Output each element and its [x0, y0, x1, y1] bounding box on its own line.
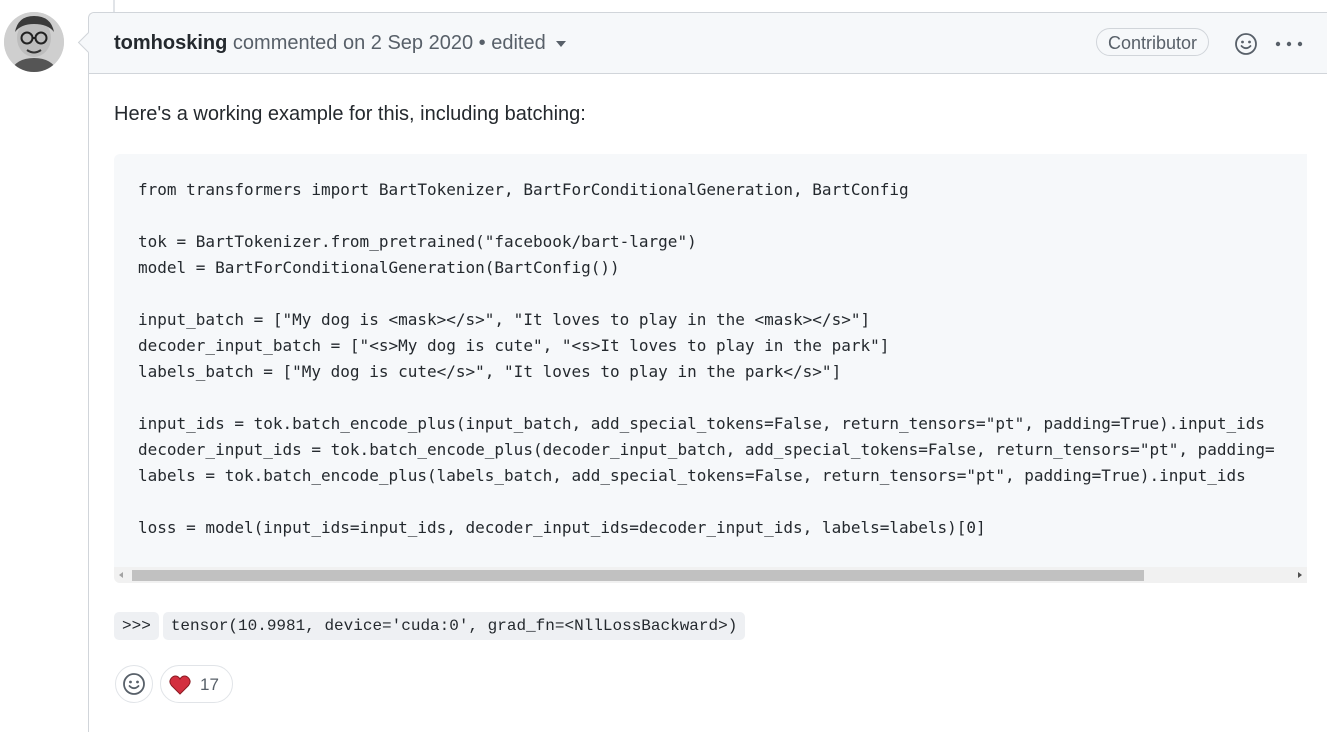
comment-date-link[interactable]: 2 Sep 2020	[371, 32, 473, 54]
edited-label: edited	[491, 32, 546, 54]
heart-reaction-button[interactable]: 17	[160, 665, 233, 703]
comment-body-text: Here's a working example for this, inclu…	[114, 103, 586, 125]
author-link[interactable]: tomhosking	[114, 32, 227, 54]
code-line: decoder_input_ids = tok.batch_encode_plu…	[138, 440, 1275, 459]
edited-dropdown[interactable]: edited	[491, 32, 566, 54]
comment: tomhosking commented on 2 Sep 2020 • edi…	[88, 12, 1327, 732]
timeline-line	[113, 0, 115, 12]
code-block: from transformers import BartTokenizer, …	[114, 154, 1307, 583]
smiley-icon[interactable]	[1234, 32, 1258, 56]
code-line: input_ids = tok.batch_encode_plus(input_…	[138, 414, 1266, 433]
contributor-badge: Contributor	[1096, 28, 1210, 56]
avatar[interactable]	[4, 12, 64, 72]
code-line: decoder_input_batch = ["<s>My dog is cut…	[138, 336, 890, 355]
code-line: labels_batch = ["My dog is cute</s>", "I…	[138, 362, 842, 381]
code-content[interactable]: from transformers import BartTokenizer, …	[138, 177, 1275, 541]
kebab-horizontal-icon[interactable]	[1274, 32, 1304, 56]
scroll-left-arrow-icon[interactable]	[119, 572, 123, 578]
comment-meta: tomhosking commented on 2 Sep 2020 • edi…	[114, 32, 566, 55]
output-prompt: >>>	[114, 612, 159, 640]
output-line: >>> tensor(10.9981, device='cuda:0', grad…	[114, 612, 746, 640]
scrollbar-thumb[interactable]	[132, 570, 1144, 581]
meta-separator: •	[478, 32, 486, 54]
code-line: labels = tok.batch_encode_plus(labels_ba…	[138, 466, 1246, 485]
comment-header: tomhosking commented on 2 Sep 2020 • edi…	[89, 13, 1327, 74]
smiley-icon	[123, 673, 145, 695]
code-line: loss = model(input_ids=input_ids, decode…	[138, 518, 986, 537]
code-line: input_batch = ["My dog is <mask></s>", "…	[138, 310, 871, 329]
scroll-right-arrow-icon[interactable]	[1298, 572, 1302, 578]
code-line: from transformers import BartTokenizer, …	[138, 180, 909, 199]
output-value: tensor(10.9981, device='cuda:0', grad_fn…	[162, 612, 746, 640]
triangle-down-icon	[555, 40, 566, 47]
action-text: commented on	[232, 32, 366, 54]
heart-reaction-count: 17	[200, 675, 219, 694]
code-line: model = BartForConditionalGeneration(Bar…	[138, 258, 620, 277]
code-line: tok = BartTokenizer.from_pretrained("fac…	[138, 232, 697, 251]
horizontal-scrollbar[interactable]	[114, 567, 1307, 583]
heart-icon	[169, 675, 191, 695]
add-reaction-button[interactable]	[115, 665, 153, 703]
avatar-image	[4, 12, 64, 72]
